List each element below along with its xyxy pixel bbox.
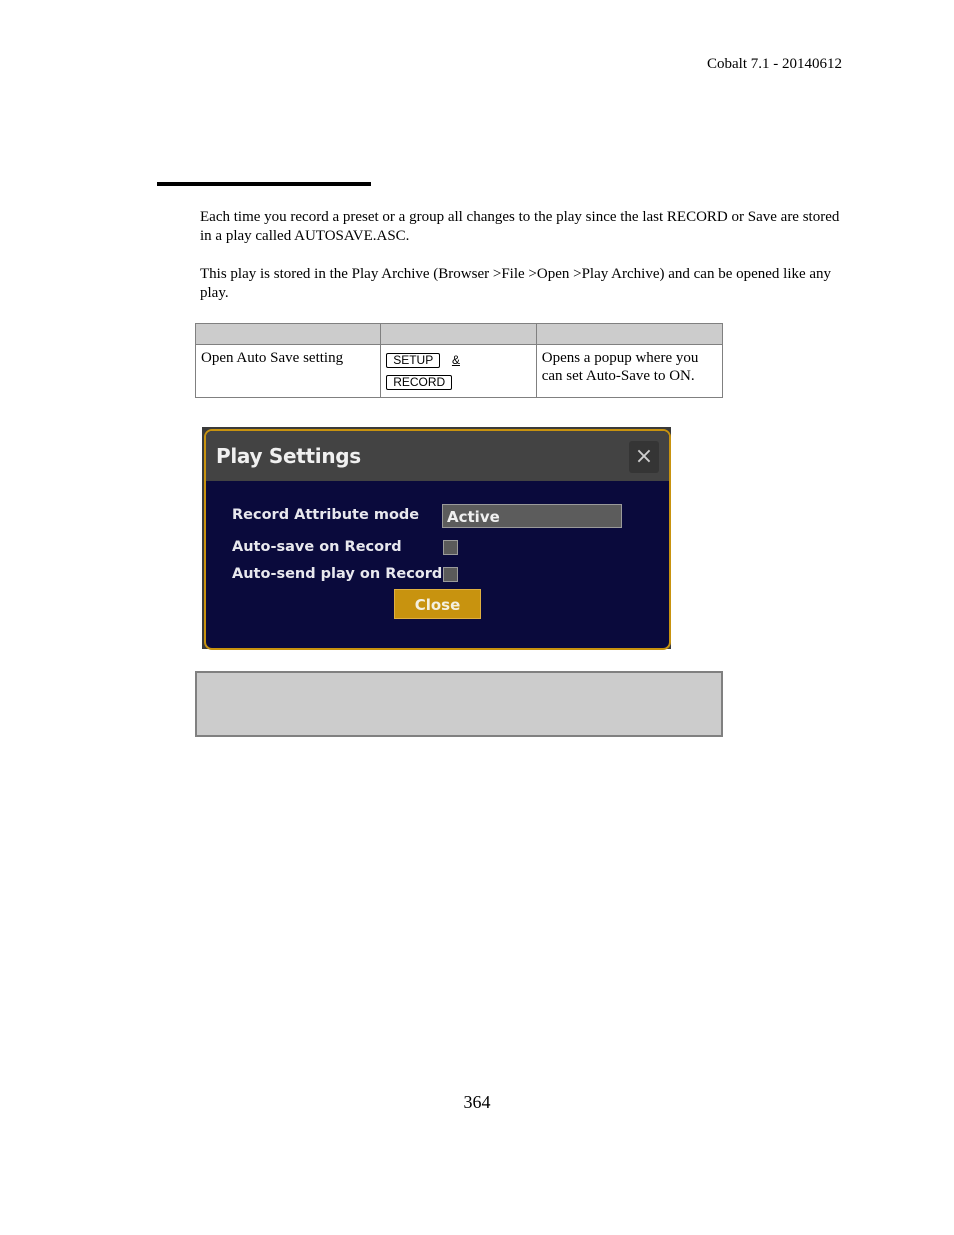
dialog-titlebar: Play Settings × [206,431,669,481]
auto-send-label: Auto-send play on Record [232,566,443,582]
record-attribute-mode-label: Record Attribute mode [232,507,420,523]
action-cell: Open Auto Save setting [194,344,382,398]
play-settings-dialog: Play Settings × Record Attribute mode Ac… [204,429,671,650]
dialog-body: Record Attribute mode Active Auto-save o… [206,481,669,646]
table-header-cell [380,323,537,345]
document-version-header: Cobalt 7.1 - 20140612 [707,56,842,72]
table-header-cell [535,323,724,345]
play-settings-screenshot: Play Settings × Record Attribute mode Ac… [202,427,671,650]
table-row: Open Auto Save setting SETUP & RECORD Op… [194,344,724,398]
section-heading-rule [157,182,371,186]
record-key: RECORD [386,375,453,390]
record-attribute-mode-select[interactable]: Active [442,504,622,528]
auto-save-label: Auto-save on Record [232,539,402,555]
key-joiner: & [451,353,460,367]
setup-key: SETUP [386,353,441,368]
auto-send-checkbox[interactable] [443,567,458,582]
dialog-title: Play Settings [216,444,361,468]
close-icon[interactable]: × [629,441,659,473]
body-paragraph: Each time you record a preset or a group… [200,209,840,244]
note-box [195,671,723,737]
body-paragraph: This play is stored in the Play Archive … [200,266,832,301]
command-table: Open Auto Save setting SETUP & RECORD Op… [194,323,724,398]
table-header-cell [194,323,382,345]
close-button[interactable]: Close [394,589,481,619]
page-number: 364 [463,1092,491,1112]
table-header-row [194,323,724,345]
result-cell: Opens a popup where you can set Auto-Sav… [535,344,724,398]
keys-cell: SETUP & RECORD [380,344,537,398]
auto-save-checkbox[interactable] [443,540,458,555]
